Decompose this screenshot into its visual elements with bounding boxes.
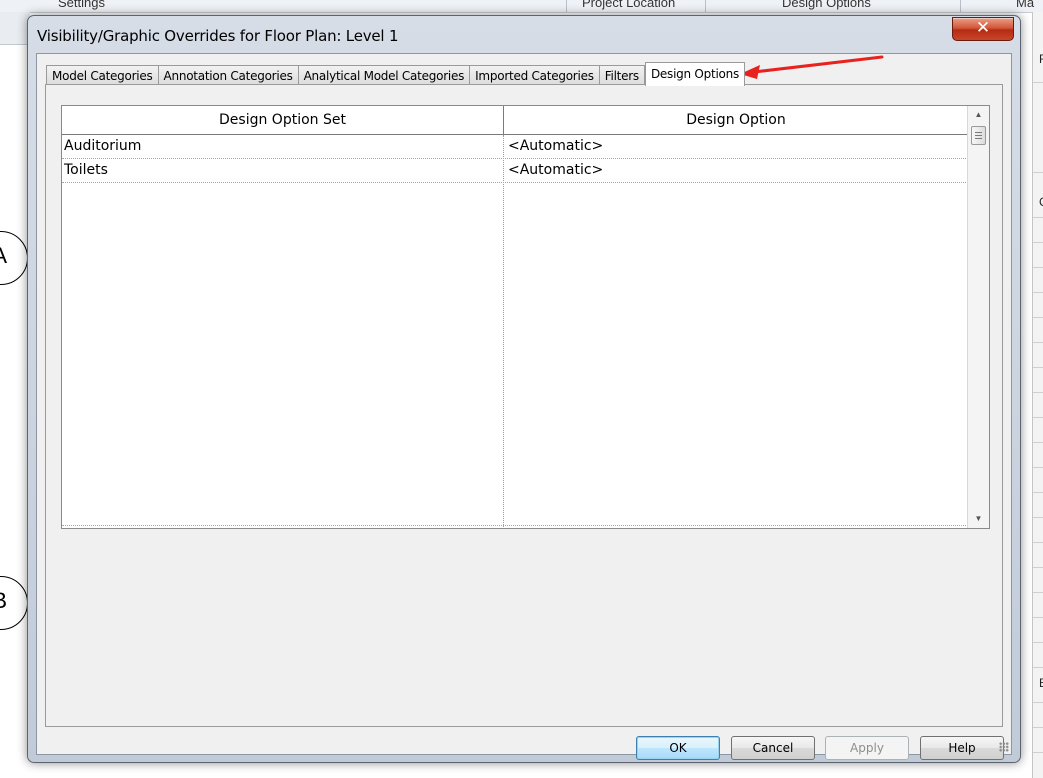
table-header: Design Option Set Design Option <box>62 106 968 135</box>
background-ribbon: Settings Project Location Design Options… <box>0 0 1043 13</box>
scroll-up-arrow-icon[interactable]: ▲ <box>968 106 989 124</box>
cancel-button[interactable]: Cancel <box>731 736 815 760</box>
table-row[interactable]: Toilets <Automatic> <box>62 159 968 183</box>
design-options-panel: Design Option Set Design Option Auditori… <box>45 84 1003 727</box>
dialog-title: Visibility/Graphic Overrides for Floor P… <box>37 27 399 45</box>
resize-grip-icon[interactable] <box>999 742 1009 752</box>
tab-filters[interactable]: Filters <box>599 65 645 85</box>
ok-button[interactable]: OK <box>636 736 720 760</box>
scroll-thumb[interactable] <box>971 126 986 145</box>
column-divider <box>503 135 504 527</box>
tab-design-options[interactable]: Design Options <box>644 62 745 86</box>
dialog-client-area: Model Categories Annotation Categories A… <box>36 53 1012 760</box>
panel-letter: E <box>1039 676 1043 690</box>
tab-imported-categories[interactable]: Imported Categories <box>470 65 600 85</box>
scroll-down-arrow-icon[interactable]: ▼ <box>968 510 989 528</box>
ribbon-label-project-location[interactable]: Project Location <box>582 0 675 10</box>
ribbon-label-manage[interactable]: Ma <box>1016 0 1034 10</box>
close-icon: ✕ <box>975 18 991 38</box>
panel-letter: F <box>1039 52 1043 66</box>
tab-strip: Model Categories Annotation Categories A… <box>46 62 745 86</box>
design-options-table: Design Option Set Design Option Auditori… <box>61 105 990 529</box>
grid-bubble-a: A <box>0 231 28 285</box>
ribbon-label-design-options[interactable]: Design Options <box>782 0 871 10</box>
cell-design-option-dropdown[interactable]: <Automatic> <box>504 135 968 158</box>
cell-design-option-dropdown[interactable]: <Automatic> <box>504 159 968 182</box>
table-row[interactable]: Auditorium <Automatic> <box>62 135 968 159</box>
cell-design-option-set: Toilets <box>64 162 108 178</box>
background-properties-panel: F C E <box>1032 12 1043 778</box>
close-button[interactable]: ✕ <box>952 17 1014 41</box>
apply-button: Apply <box>825 736 909 760</box>
column-header-design-option-set[interactable]: Design Option Set <box>62 106 504 134</box>
grid-bubble-label: A <box>0 243 7 269</box>
tab-annotation-categories[interactable]: Annotation Categories <box>158 65 299 85</box>
panel-letter: C <box>1039 195 1043 209</box>
annotation-arrow-icon <box>740 55 884 79</box>
dialog-titlebar[interactable]: Visibility/Graphic Overrides for Floor P… <box>28 16 1020 54</box>
help-button[interactable]: Help <box>920 736 1004 760</box>
visibility-graphics-dialog: Visibility/Graphic Overrides for Floor P… <box>27 15 1021 763</box>
ribbon-label-settings[interactable]: Settings <box>58 0 105 10</box>
table-bottom-border <box>62 525 968 526</box>
grid-bubble-label: B <box>0 588 7 614</box>
grid-bubble-b: B <box>0 576 28 630</box>
column-header-design-option[interactable]: Design Option <box>504 106 968 134</box>
table-body: Auditorium <Automatic> Toilets <Automati… <box>62 135 968 527</box>
tab-analytical-model-categories[interactable]: Analytical Model Categories <box>298 65 471 85</box>
table-vertical-scrollbar[interactable]: ▲ ▼ <box>967 106 989 528</box>
tab-model-categories[interactable]: Model Categories <box>46 65 159 85</box>
background-left-strip <box>0 12 30 45</box>
cell-design-option-set: Auditorium <box>64 138 142 154</box>
